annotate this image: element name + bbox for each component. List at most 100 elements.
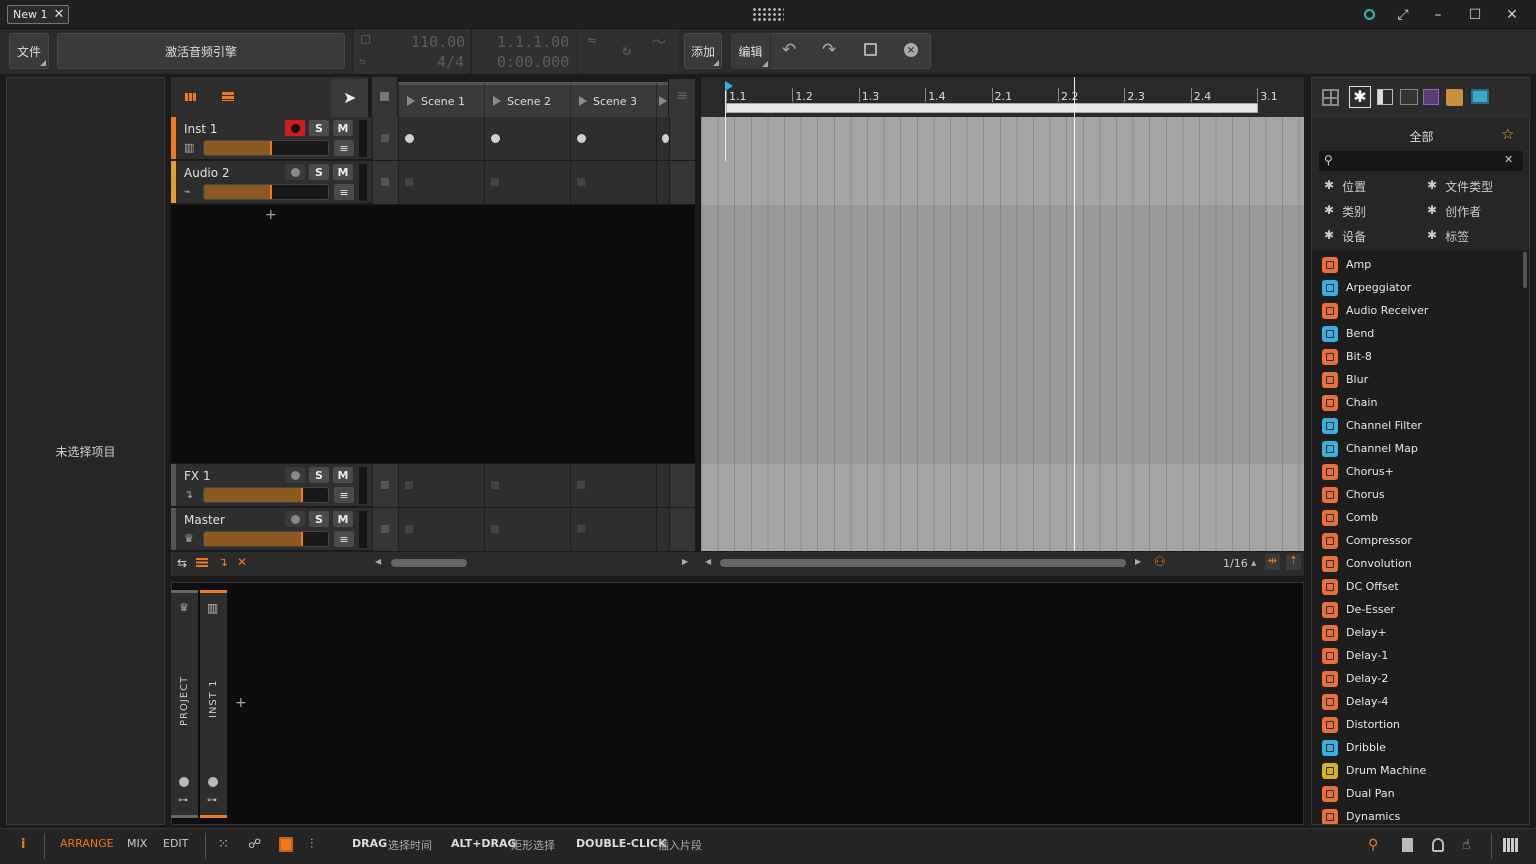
browser-item[interactable]: De-Esser [1322, 598, 1395, 621]
pointer-tool-icon[interactable]: ➤ [331, 79, 368, 117]
track-stop-button[interactable] [372, 464, 398, 507]
record-arm-button[interactable] [285, 164, 305, 180]
browser-item[interactable]: Bend [1322, 322, 1374, 345]
user-tab-icon[interactable] [1446, 89, 1463, 106]
close-tab-icon[interactable]: ✕ [54, 7, 65, 22]
solo-button[interactable]: S [309, 511, 329, 527]
browser-item[interactable]: Arpeggiator [1322, 276, 1411, 299]
clip-slot[interactable] [484, 508, 570, 551]
track-stop-button[interactable] [372, 117, 398, 160]
mute-button[interactable]: M [333, 120, 353, 136]
clip-slot[interactable] [570, 161, 656, 204]
scene-play-icon[interactable] [659, 96, 667, 106]
filter-creator[interactable]: ✱ 创作者 [1427, 203, 1481, 220]
browser-item[interactable]: Blur [1322, 368, 1368, 391]
scene-2[interactable]: Scene 2 [484, 82, 570, 117]
clip-slot[interactable] [484, 464, 570, 507]
time-signature[interactable]: 4/4 [437, 53, 464, 71]
ruler-label[interactable]: 2.1 [995, 90, 1013, 103]
track-stop-button[interactable] [372, 508, 398, 551]
clip-slot[interactable] [656, 117, 669, 160]
track-menu-button[interactable]: ≡ [334, 531, 354, 547]
solo-button[interactable]: S [309, 164, 329, 180]
tempo-value[interactable]: 110.00 [411, 33, 465, 51]
clip-menu[interactable] [669, 117, 695, 160]
scene-play-icon[interactable] [493, 96, 501, 106]
clip-slot[interactable] [570, 464, 656, 507]
browser-item[interactable]: Delay-2 [1322, 667, 1388, 690]
clip-menu[interactable] [669, 508, 695, 551]
browser-item[interactable]: Audio Receiver [1322, 299, 1428, 322]
file-icon[interactable] [1402, 838, 1413, 852]
metronome-icon[interactable] [361, 35, 370, 44]
clip-slot[interactable] [398, 161, 484, 204]
ruler-label[interactable]: 2.3 [1127, 90, 1145, 103]
keyboard-icon[interactable] [1503, 838, 1519, 852]
clip-menu[interactable] [669, 464, 695, 507]
filter-category[interactable]: ✱ 类别 [1324, 203, 1366, 220]
clip-launcher-icon[interactable] [185, 93, 197, 101]
search-icon[interactable]: ⚲ [1368, 837, 1378, 853]
add-button[interactable]: 添加 [684, 33, 722, 69]
scroll-right-icon[interactable]: ▶ [682, 557, 688, 566]
hand-icon[interactable]: ☝ [1462, 837, 1471, 853]
follow-playhead-icon[interactable]: ⚇ [1154, 555, 1166, 570]
browser-item[interactable]: Compressor [1322, 529, 1412, 552]
arranger-icon[interactable] [222, 92, 234, 101]
ruler-label[interactable]: 1.3 [862, 90, 880, 103]
volume-fader[interactable] [203, 184, 329, 200]
add-track-button[interactable]: + [265, 207, 277, 223]
clip-slot[interactable] [656, 464, 668, 507]
volume-fader[interactable] [203, 487, 329, 503]
clip-slot[interactable] [656, 508, 668, 551]
zoom-fit-icon[interactable]: ⇡ [1286, 554, 1301, 570]
track-menu-button[interactable]: ≡ [334, 487, 354, 503]
browser-item[interactable]: Drum Machine [1322, 759, 1426, 782]
automation-toggle-icon[interactable]: ☍ [248, 837, 261, 852]
all-tab-icon[interactable]: ✱ [1349, 86, 1371, 108]
headphones-icon[interactable] [1432, 838, 1444, 852]
copy-icon[interactable] [864, 43, 877, 56]
browser-item[interactable]: Channel Map [1322, 437, 1418, 460]
sample-tab-icon[interactable] [1423, 89, 1439, 105]
stop-all-clips[interactable] [372, 77, 397, 117]
monitor-tab-icon[interactable] [1471, 89, 1489, 104]
browser-item[interactable]: Delay-4 [1322, 690, 1388, 713]
scene-play-icon[interactable] [579, 96, 587, 106]
results-scrollbar[interactable] [1523, 252, 1527, 288]
scene-4-partial[interactable] [656, 82, 668, 117]
close-window-button[interactable]: ✕ [1499, 5, 1525, 25]
clip-slot[interactable] [484, 161, 570, 204]
loop-region[interactable] [726, 103, 1258, 113]
browser-item[interactable]: Channel Filter [1322, 414, 1422, 437]
arr-scroll-left-icon[interactable]: ◀ [705, 557, 711, 566]
activate-audio-engine-button[interactable]: 激活音频引擎 [57, 33, 345, 69]
grid-resolution[interactable]: 1/16 [1223, 557, 1248, 570]
browser-item[interactable]: Convolution [1322, 552, 1412, 575]
ruler-label[interactable]: 1.1 [729, 90, 747, 103]
clip-slot[interactable] [656, 161, 668, 204]
volume-fader[interactable] [203, 140, 329, 156]
scene-menu-icon[interactable]: ≡ [669, 79, 695, 117]
filter-file-type[interactable]: ✱ 文件类型 [1427, 178, 1493, 195]
edit-tab[interactable]: EDIT [163, 837, 188, 850]
record-arm-button[interactable] [285, 467, 305, 483]
record-arm-button[interactable] [285, 120, 305, 136]
scroll-left-icon[interactable]: ◀ [375, 557, 381, 566]
fullscreen-icon[interactable]: ⤢ [1390, 5, 1416, 25]
browser-item[interactable]: Chain [1322, 391, 1377, 414]
record-arm-button[interactable] [285, 511, 305, 527]
clip-menu[interactable] [669, 161, 695, 204]
track-name[interactable]: Inst 1 [184, 122, 218, 136]
mix-tab[interactable]: MIX [127, 837, 147, 850]
lane-fx-master[interactable] [701, 464, 1304, 551]
arrange-tab[interactable]: ARRANGE [60, 837, 114, 850]
volume-fader[interactable] [203, 531, 329, 547]
browser-item[interactable]: Dribble [1322, 736, 1386, 759]
browser-item[interactable]: DC Offset [1322, 575, 1399, 598]
mixer-toggle-icon[interactable]: ⫶ [310, 837, 313, 852]
info-icon[interactable]: i [21, 837, 25, 852]
grid-view-icon[interactable] [1322, 89, 1339, 106]
cancel-icon[interactable]: × [904, 43, 918, 57]
ruler-label[interactable]: 2.4 [1194, 90, 1212, 103]
